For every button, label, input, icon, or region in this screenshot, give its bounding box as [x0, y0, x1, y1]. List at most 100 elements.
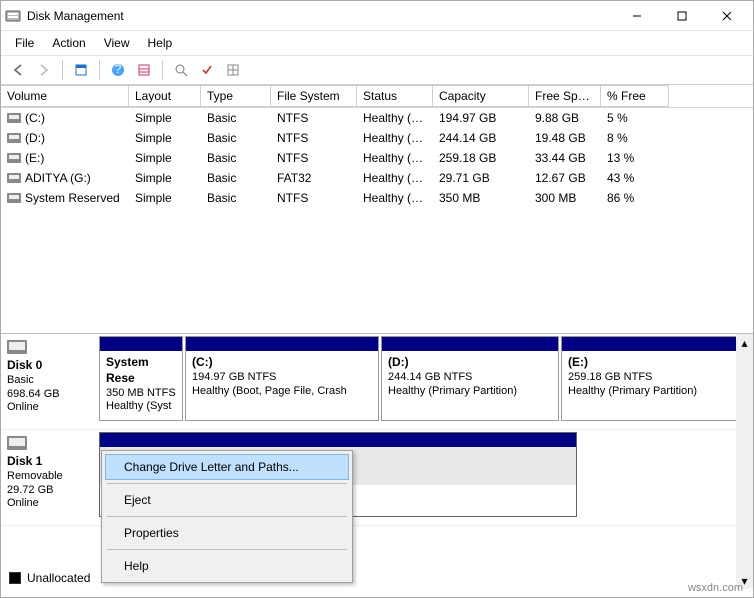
cell-pct: 86 %: [601, 188, 669, 208]
partitions: System Rese350 MB NTFSHealthy (Syst(C:)1…: [97, 334, 753, 429]
disk-icon: [7, 436, 27, 450]
list-view-icon[interactable]: [133, 59, 155, 81]
cell-free: 12.67 GB: [529, 168, 601, 188]
ctx-help[interactable]: Help: [105, 553, 349, 579]
menubar: File Action View Help: [1, 31, 753, 56]
close-button[interactable]: [704, 2, 749, 30]
partition[interactable]: (E:)259.18 GB NTFSHealthy (Primary Parti…: [561, 336, 739, 421]
partition-bar: [562, 337, 738, 351]
cell-status: Healthy (P...: [357, 128, 433, 148]
check-icon[interactable]: [196, 59, 218, 81]
window-buttons: [614, 2, 749, 30]
ctx-separator: [107, 549, 347, 550]
cell-fs: NTFS: [271, 108, 357, 128]
window-title: Disk Management: [27, 9, 614, 23]
cell-status: Healthy (B...: [357, 108, 433, 128]
volume-name: (D:): [25, 131, 45, 145]
volume-name: System Reserved: [25, 191, 120, 205]
toolbar-separator: [99, 60, 100, 80]
table-row[interactable]: ADITYA (G:)SimpleBasicFAT32Healthy (P...…: [1, 168, 753, 188]
col-pct[interactable]: % Free: [601, 85, 669, 107]
cell-layout: Simple: [129, 148, 201, 168]
cell-status: Healthy (P...: [357, 148, 433, 168]
scrollbar[interactable]: ▴ ▾: [736, 334, 753, 589]
col-capacity[interactable]: Capacity: [433, 85, 529, 107]
partition-body: (D:)244.14 GB NTFSHealthy (Primary Parti…: [382, 351, 558, 402]
cell-pct: 13 %: [601, 148, 669, 168]
legend-swatch-unallocated: [9, 572, 21, 584]
svg-text:?: ?: [115, 63, 122, 76]
partition[interactable]: (D:)244.14 GB NTFSHealthy (Primary Parti…: [381, 336, 559, 421]
disk-info: Disk 0Basic698.64 GBOnline: [1, 334, 97, 429]
cell-free: 19.48 GB: [529, 128, 601, 148]
grid-icon[interactable]: [222, 59, 244, 81]
partition-bar: [100, 337, 182, 351]
volume-list[interactable]: Volume Layout Type File System Status Ca…: [1, 85, 753, 333]
cell-capacity: 259.18 GB: [433, 148, 529, 168]
cell-fs: NTFS: [271, 148, 357, 168]
menu-file[interactable]: File: [7, 33, 42, 53]
cell-status: Healthy (P...: [357, 168, 433, 188]
volume-name: (E:): [25, 151, 44, 165]
partition-body: (E:)259.18 GB NTFSHealthy (Primary Parti…: [562, 351, 738, 402]
partition-body: (C:)194.97 GB NTFSHealthy (Boot, Page Fi…: [186, 351, 378, 402]
minimize-button[interactable]: [614, 2, 659, 30]
col-status[interactable]: Status: [357, 85, 433, 107]
cell-layout: Simple: [129, 128, 201, 148]
table-row[interactable]: (D:)SimpleBasicNTFSHealthy (P...244.14 G…: [1, 128, 753, 148]
table-row[interactable]: (E:) SimpleBasicNTFSHealthy (P...259.18 G…: [1, 148, 753, 168]
cell-layout: Simple: [129, 108, 201, 128]
cell-fs: NTFS: [271, 128, 357, 148]
ctx-properties[interactable]: Properties: [105, 520, 349, 546]
forward-button[interactable]: [33, 59, 55, 81]
cell-type: Basic: [201, 148, 271, 168]
back-button[interactable]: [7, 59, 29, 81]
settings-icon[interactable]: [70, 59, 92, 81]
volume-name: ADITYA (G:): [25, 171, 91, 185]
cell-capacity: 350 MB: [433, 188, 529, 208]
col-type[interactable]: Type: [201, 85, 271, 107]
ctx-eject[interactable]: Eject: [105, 487, 349, 513]
col-volume[interactable]: Volume: [1, 85, 129, 107]
drive-icon: [7, 153, 21, 163]
menu-view[interactable]: View: [96, 33, 138, 53]
cell-type: Basic: [201, 108, 271, 128]
ctx-separator: [107, 516, 347, 517]
partition-bar: [186, 337, 378, 351]
cell-free: 33.44 GB: [529, 148, 601, 168]
legend-label-unallocated: Unallocated: [27, 571, 90, 585]
toolbar: ?: [1, 56, 753, 85]
col-fs[interactable]: File System: [271, 85, 357, 107]
ctx-change-letter[interactable]: Change Drive Letter and Paths...: [105, 454, 349, 480]
maximize-button[interactable]: [659, 2, 704, 30]
ctx-separator: [107, 483, 347, 484]
cell-free: 300 MB: [529, 188, 601, 208]
cell-fs: NTFS: [271, 188, 357, 208]
column-headers[interactable]: Volume Layout Type File System Status Ca…: [1, 85, 753, 108]
menu-action[interactable]: Action: [44, 33, 93, 53]
zoom-icon[interactable]: [170, 59, 192, 81]
cell-layout: Simple: [129, 188, 201, 208]
scroll-up-icon[interactable]: ▴: [736, 334, 753, 351]
drive-icon: [7, 193, 21, 203]
cell-type: Basic: [201, 128, 271, 148]
help-icon[interactable]: ?: [107, 59, 129, 81]
col-layout[interactable]: Layout: [129, 85, 201, 107]
titlebar: Disk Management: [1, 1, 753, 31]
cell-status: Healthy (S...: [357, 188, 433, 208]
cell-type: Basic: [201, 168, 271, 188]
table-row[interactable]: System ReservedSimpleBasicNTFSHealthy (S…: [1, 188, 753, 208]
volume-name: (C:): [25, 111, 45, 125]
menu-help[interactable]: Help: [140, 33, 181, 53]
table-row[interactable]: (C:)SimpleBasicNTFSHealthy (B...194.97 G…: [1, 108, 753, 128]
partition[interactable]: System Rese350 MB NTFSHealthy (Syst: [99, 336, 183, 421]
disk-row: Disk 0Basic698.64 GBOnlineSystem Rese350…: [1, 334, 753, 430]
drive-icon: [7, 173, 21, 183]
col-free[interactable]: Free Spa...: [529, 85, 601, 107]
partition[interactable]: (C:)194.97 GB NTFSHealthy (Boot, Page Fi…: [185, 336, 379, 421]
drive-icon: [7, 133, 21, 143]
cell-pct: 43 %: [601, 168, 669, 188]
disk-info: Disk 1Removable29.72 GBOnline: [1, 430, 97, 525]
cell-pct: 8 %: [601, 128, 669, 148]
cell-pct: 5 %: [601, 108, 669, 128]
